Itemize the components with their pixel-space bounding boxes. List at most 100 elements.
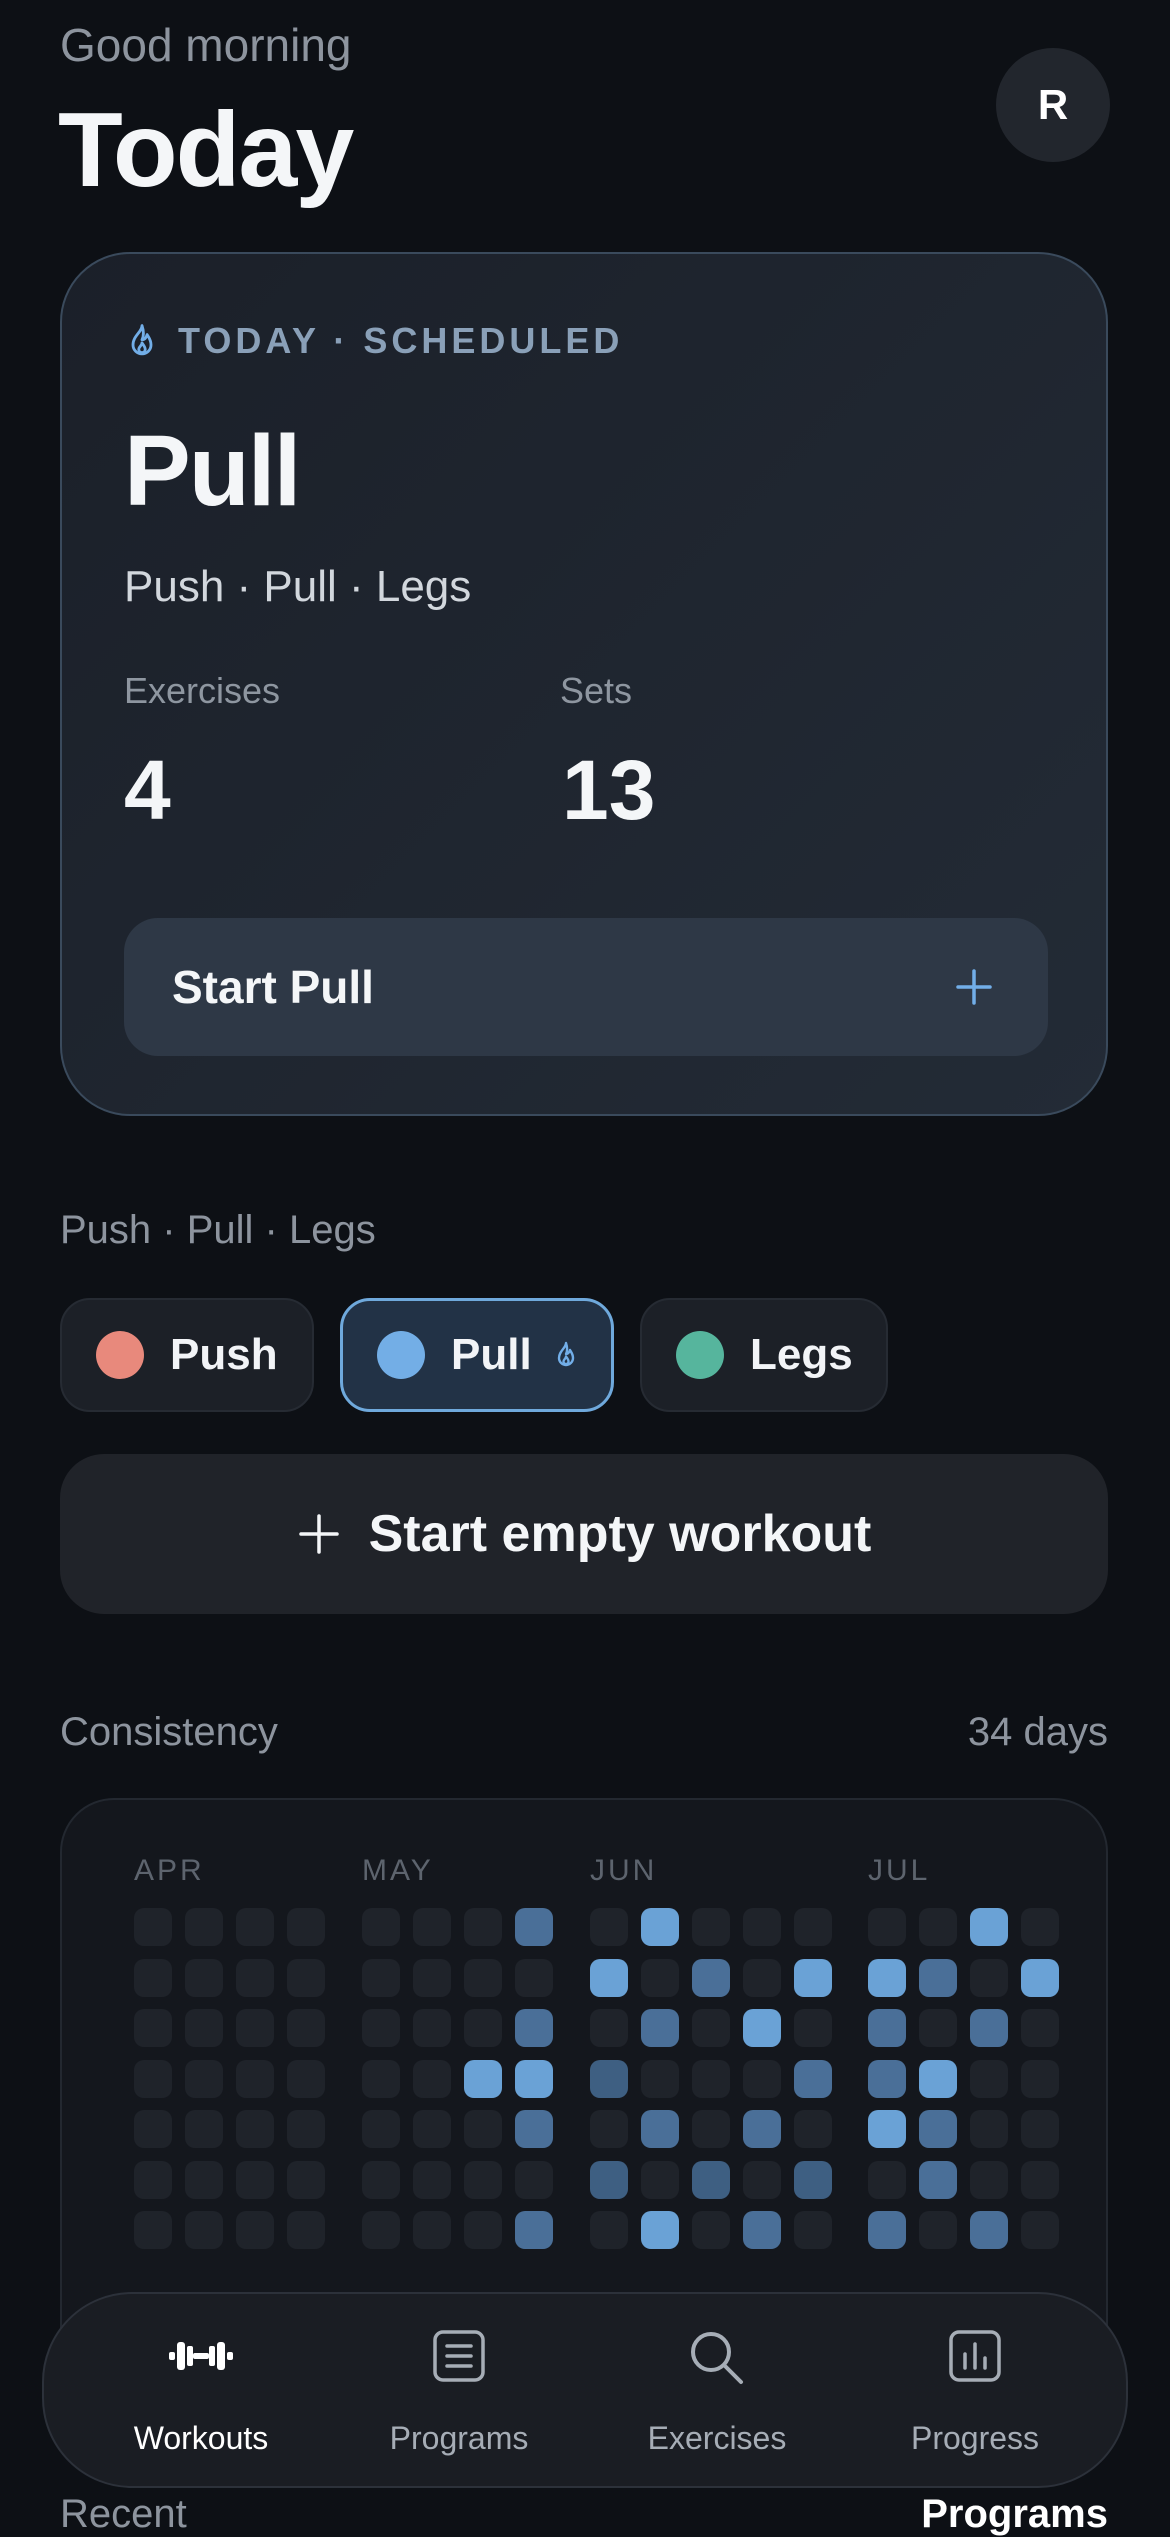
heatmap-cell (236, 1908, 274, 1946)
heatmap-cell (236, 2009, 274, 2047)
heatmap-cell (134, 2160, 172, 2199)
heatmap-cell (692, 1908, 730, 1946)
heatmap-cell (362, 2059, 400, 2098)
greeting: Good morning (60, 19, 352, 71)
nav-progress[interactable]: Progress (865, 2294, 1085, 2490)
heatmap-cell (590, 2160, 628, 2199)
heatmap-cell (515, 2110, 553, 2148)
heatmap-cell (515, 1908, 553, 1946)
heatmap-cell (185, 2009, 223, 2047)
heatmap-cell (362, 1908, 400, 1946)
heatmap-cell (919, 1908, 957, 1946)
heatmap-cell (287, 2110, 325, 2148)
heatmap-cell (970, 2110, 1008, 2148)
nav-programs[interactable]: Programs (349, 2294, 569, 2490)
nav-workouts-label: Workouts (133, 2420, 269, 2456)
heatmap-cell (641, 2110, 679, 2148)
nav-workouts[interactable]: Workouts (91, 2294, 311, 2490)
legs-color-dot (676, 1331, 724, 1379)
heatmap-cell (464, 1958, 502, 1997)
heatmap-cell (692, 2160, 730, 2199)
heatmap-cell (1021, 1958, 1059, 1997)
heatmap-cell (590, 1908, 628, 1946)
program-name: Push · Pull · Legs (124, 562, 472, 611)
chip-legs-label: Legs (750, 1330, 853, 1379)
heatmap-cell (413, 2110, 451, 2148)
heatmap-cell (743, 2160, 781, 2199)
heatmap-cell (464, 2009, 502, 2047)
chart-icon (949, 2330, 1001, 2382)
heatmap-cell (464, 2211, 502, 2249)
flame-icon (557, 1341, 574, 1367)
recent-section-label: Recent (60, 2492, 187, 2536)
heatmap-cell (868, 1958, 906, 1997)
heatmap-cell (1021, 2009, 1059, 2047)
heatmap-cell (185, 1958, 223, 1997)
heatmap-cell (868, 2009, 906, 2047)
chip-push[interactable]: Push (60, 1298, 314, 1412)
nav-progress-label: Progress (910, 2420, 1040, 2456)
heatmap-cell (362, 2009, 400, 2047)
program-section-label: Push · Pull · Legs (60, 1208, 376, 1252)
chip-push-label: Push (170, 1330, 278, 1379)
heatmap-cell (641, 2160, 679, 2199)
month-label-jul: JUL (868, 1854, 931, 1887)
avatar[interactable]: R (996, 48, 1110, 162)
heatmap-cell (134, 2059, 172, 2098)
heatmap-cell (590, 2059, 628, 2098)
heatmap-cell (590, 2009, 628, 2047)
start-empty-workout-button[interactable]: Start empty workout (60, 1454, 1108, 1614)
heatmap-cell (919, 2160, 957, 2199)
chip-pull[interactable]: Pull (340, 1298, 614, 1412)
exercises-label: Exercises (124, 670, 281, 711)
heatmap-cell (743, 2059, 781, 2098)
heatmap-cell (868, 2110, 906, 2148)
heatmap-cell (185, 2211, 223, 2249)
heatmap-cell (794, 2110, 832, 2148)
heatmap-cell (692, 2009, 730, 2047)
page-title: Today (58, 91, 354, 209)
heatmap-cell (236, 2110, 274, 2148)
heatmap-cell (134, 1908, 172, 1946)
heatmap-cell (641, 2211, 679, 2249)
plus-icon (298, 1514, 339, 1554)
heatmap-cell (236, 1958, 274, 1997)
start-workout-button[interactable]: Start Pull (124, 918, 1048, 1056)
programs-link[interactable]: Programs (921, 2492, 1108, 2537)
heatmap-cell (794, 2160, 832, 2199)
nav-exercises[interactable]: Exercises (607, 2294, 827, 2490)
heatmap-cell (641, 2009, 679, 2047)
heatmap-cell (413, 2160, 451, 2199)
heatmap-cell (287, 2059, 325, 2098)
heatmap-cell (185, 2059, 223, 2098)
heatmap-cell (287, 1958, 325, 1997)
month-label-may: MAY (362, 1854, 434, 1887)
heatmap-cell (134, 1958, 172, 1997)
chip-pull-label: Pull (451, 1330, 532, 1379)
heatmap-cell (236, 2059, 274, 2098)
heatmap-cell (692, 2110, 730, 2148)
chip-legs[interactable]: Legs (640, 1298, 888, 1412)
heatmap-cell (362, 1958, 400, 1997)
heatmap-cell (413, 2059, 451, 2098)
heatmap-cell (413, 1908, 451, 1946)
flame-icon (131, 324, 153, 356)
heatmap-cell (134, 2009, 172, 2047)
plus-icon (956, 969, 992, 1005)
heatmap-cell (413, 2009, 451, 2047)
heatmap-cell (970, 2059, 1008, 2098)
heatmap-cell (794, 2059, 832, 2098)
heatmap-cell (236, 2160, 274, 2199)
start-workout-label: Start Pull (172, 961, 374, 1013)
nav-programs-label: Programs (389, 2420, 529, 2456)
heatmap-cell (590, 2211, 628, 2249)
heatmap-cell (919, 2059, 957, 2098)
start-empty-workout-label: Start empty workout (368, 1505, 872, 1563)
heatmap-cell (134, 2211, 172, 2249)
bottom-nav: Workouts Programs Exercises Progress (42, 2292, 1128, 2488)
heatmap-cell (794, 1958, 832, 1997)
dumbbell-icon (169, 2342, 233, 2370)
heatmap-cell (743, 2211, 781, 2249)
sets-label: Sets (560, 670, 633, 711)
heatmap-cell (515, 2211, 553, 2249)
